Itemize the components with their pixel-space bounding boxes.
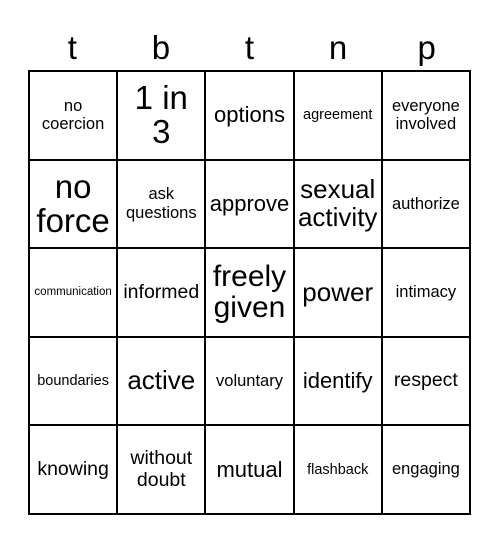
bingo-cell[interactable]: no force: [30, 160, 119, 250]
bingo-cell[interactable]: active: [118, 337, 207, 427]
bingo-header-letter-5: p: [417, 29, 436, 66]
bingo-cell-label: intimacy: [395, 283, 457, 302]
bingo-cell-label: communication: [34, 285, 112, 298]
bingo-cell-label: flashback: [307, 461, 369, 478]
bingo-cell-label: options: [214, 102, 285, 128]
bingo-cell[interactable]: identify: [294, 337, 383, 427]
bingo-cell-label: sexual activity: [297, 174, 378, 232]
bingo-cell[interactable]: without doubt: [118, 426, 207, 515]
bingo-header-letter-1: t: [67, 29, 77, 66]
bingo-cell-label: identify: [302, 368, 373, 394]
bingo-cell[interactable]: ask questions: [118, 160, 207, 250]
bingo-cell[interactable]: 1 in 3: [118, 72, 207, 161]
bingo-cell[interactable]: options: [206, 72, 295, 161]
bingo-cell-label: power: [302, 276, 374, 307]
bingo-cell-label: mutual: [216, 456, 283, 482]
bingo-cell[interactable]: power: [294, 249, 383, 338]
bingo-header-letter-2: b: [151, 29, 171, 66]
bingo-cell-label: approve: [209, 191, 290, 217]
bingo-cell-label: respect: [393, 369, 458, 392]
bingo-header-row: t b t n p: [28, 18, 471, 68]
bingo-cell[interactable]: approve: [206, 160, 295, 250]
bingo-header-letter-4: n: [328, 29, 348, 66]
bingo-cell-label: engaging: [391, 460, 460, 479]
bingo-header-letter-3: t: [244, 29, 255, 66]
bingo-cell[interactable]: boundaries: [30, 337, 119, 427]
bingo-grid: no coercion 1 in 3 options agreement everyon…: [28, 70, 471, 515]
bingo-cell[interactable]: agreement: [294, 72, 383, 161]
bingo-cell[interactable]: knowing: [30, 426, 119, 515]
bingo-cell-label: everyone involved: [391, 96, 460, 134]
bingo-cell-label: knowing: [37, 457, 109, 480]
bingo-cell-label: 1 in 3: [134, 78, 188, 151]
bingo-card: t b t n p no coercion 1 in 3 options agreem…: [0, 0, 500, 544]
bingo-cell[interactable]: mutual: [206, 426, 295, 515]
bingo-cell[interactable]: freely given: [206, 249, 295, 338]
bingo-cell[interactable]: intimacy: [382, 249, 471, 338]
bingo-cell[interactable]: everyone involved: [382, 72, 471, 161]
bingo-cell[interactable]: no coercion: [30, 72, 119, 161]
bingo-cell-label: freely given: [212, 259, 287, 325]
bingo-cell-label: authorize: [391, 194, 460, 213]
bingo-cell-label: active: [127, 365, 196, 396]
bingo-cell[interactable]: sexual activity: [294, 160, 383, 250]
bingo-cell[interactable]: flashback: [294, 426, 383, 515]
bingo-cell-label: boundaries: [37, 372, 109, 389]
bingo-cell-label: informed: [123, 280, 200, 303]
bingo-cell-label: agreement: [303, 107, 373, 124]
bingo-cell-label: ask questions: [125, 185, 197, 222]
bingo-cell[interactable]: respect: [382, 337, 471, 427]
bingo-cell[interactable]: informed: [118, 249, 207, 338]
bingo-cell-label: no coercion: [41, 96, 105, 134]
bingo-cell-label: no force: [36, 167, 110, 239]
bingo-cell[interactable]: authorize: [382, 160, 471, 250]
bingo-cell-label: voluntary: [216, 371, 283, 390]
bingo-cell[interactable]: engaging: [382, 426, 471, 515]
bingo-cell[interactable]: communication: [30, 249, 119, 338]
bingo-cell-label: without doubt: [130, 447, 193, 491]
bingo-cell[interactable]: voluntary: [206, 337, 295, 427]
